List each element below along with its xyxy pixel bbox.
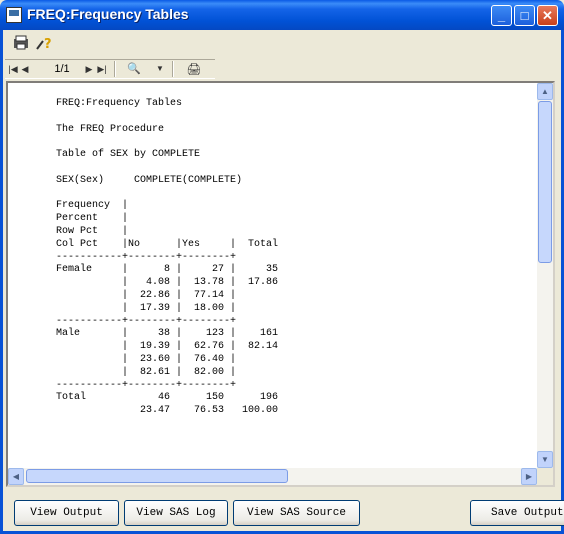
horizontal-scrollbar[interactable]: ◀ ▶ xyxy=(8,468,537,485)
page-indicator: 1/1 xyxy=(54,63,70,75)
previous-page-button[interactable]: ◀ xyxy=(20,61,30,77)
print-icon[interactable]: 🖨 xyxy=(186,61,202,77)
scroll-down-icon[interactable]: ▼ xyxy=(537,451,553,468)
title-bar: FREQ:Frequency Tables _ □ ✕ xyxy=(0,0,564,30)
toolbar-separator xyxy=(114,61,116,77)
navigation-bar xyxy=(5,59,215,79)
window-title: FREQ:Frequency Tables xyxy=(27,6,189,22)
scroll-up-icon[interactable]: ▲ xyxy=(537,83,553,100)
vertical-scrollbar[interactable]: ▲ ▼ xyxy=(537,83,553,468)
vertical-scroll-thumb[interactable] xyxy=(538,101,552,263)
horizontal-scroll-thumb[interactable] xyxy=(26,469,288,483)
close-button[interactable]: ✕ xyxy=(537,5,558,26)
svg-text:?: ? xyxy=(44,37,52,51)
last-page-button[interactable]: ▶| xyxy=(96,61,108,77)
toolbar-separator xyxy=(172,61,174,77)
help-icon[interactable]: ? xyxy=(35,35,53,52)
save-print-icon[interactable] xyxy=(12,35,30,51)
frequency-report: FREQ:Frequency Tables The FREQ Procedure… xyxy=(56,98,279,417)
maximize-button[interactable]: □ xyxy=(514,5,535,26)
view-output-button[interactable]: View Output xyxy=(14,500,119,526)
scroll-left-icon[interactable]: ◀ xyxy=(8,468,24,485)
scrollbar-corner xyxy=(537,468,553,485)
first-page-button[interactable]: |◀ xyxy=(8,61,18,77)
minimize-button[interactable]: _ xyxy=(491,5,512,26)
view-sas-source-button[interactable]: View SAS Source xyxy=(233,500,360,526)
view-sas-log-button[interactable]: View SAS Log xyxy=(124,500,228,526)
next-page-button[interactable]: ▶ xyxy=(84,61,94,77)
scroll-right-icon[interactable]: ▶ xyxy=(521,468,537,485)
search-icon[interactable]: 🔍 xyxy=(127,61,141,77)
report-output-pane[interactable]: FREQ:Frequency Tables The FREQ Procedure… xyxy=(6,81,555,487)
search-dropdown-icon[interactable]: ▼ xyxy=(155,61,165,77)
save-output-button[interactable]: Save Output xyxy=(470,500,564,526)
app-icon xyxy=(6,7,22,23)
